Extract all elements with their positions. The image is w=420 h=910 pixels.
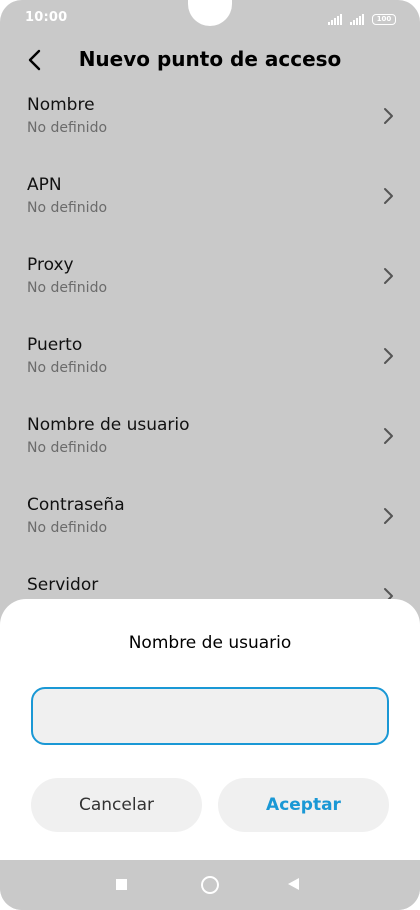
- username-dialog: Nombre de usuario Cancelar Aceptar: [0, 599, 420, 860]
- cancel-button[interactable]: Cancelar: [31, 778, 202, 832]
- list-item-value: No definido: [27, 520, 108, 536]
- navigation-bar: [0, 860, 420, 910]
- username-input[interactable]: [31, 687, 389, 745]
- list-item-title: Nombre: [27, 95, 95, 115]
- app-header: Nuevo punto de acceso: [0, 36, 420, 86]
- signal-icon: [328, 14, 342, 25]
- page-title: Nuevo punto de acceso: [78, 47, 342, 71]
- screen: 10:00 100 Nuevo punto de acceso Nombre N…: [0, 0, 420, 910]
- list-item-title: Nombre de usuario: [27, 415, 190, 435]
- back-triangle-icon[interactable]: [288, 878, 299, 890]
- chevron-right-icon: [384, 348, 393, 364]
- list-item-proxy[interactable]: Proxy No definido: [0, 246, 420, 326]
- settings-list: Nombre No definido APN No definido Proxy…: [0, 86, 420, 646]
- phone-frame: 10:00 100 Nuevo punto de acceso Nombre N…: [0, 0, 420, 910]
- chevron-right-icon: [384, 428, 393, 444]
- list-item-title: APN: [27, 175, 62, 195]
- chevron-right-icon: [384, 268, 393, 284]
- list-item-apn[interactable]: APN No definido: [0, 166, 420, 246]
- list-item-title: Proxy: [27, 255, 74, 275]
- accept-button[interactable]: Aceptar: [218, 778, 389, 832]
- list-item-value: No definido: [27, 200, 108, 216]
- list-item-value: No definido: [27, 440, 108, 456]
- list-item-value: No definido: [27, 120, 108, 136]
- chevron-right-icon: [384, 508, 393, 524]
- list-item-value: No definido: [27, 360, 108, 376]
- dialog-title: Nombre de usuario: [128, 633, 292, 653]
- home-icon[interactable]: [201, 876, 219, 894]
- status-bar: 10:00 100: [0, 0, 420, 36]
- chevron-right-icon: [384, 188, 393, 204]
- signal-icon: [350, 14, 364, 25]
- list-item-title: Servidor: [27, 575, 99, 595]
- chevron-right-icon: [384, 108, 393, 124]
- list-item-title: Contraseña: [27, 495, 125, 515]
- list-item-contrasena[interactable]: Contraseña No definido: [0, 486, 420, 566]
- list-item-value: No definido: [27, 280, 108, 296]
- list-item-nombre-de-usuario[interactable]: Nombre de usuario No definido: [0, 406, 420, 486]
- list-item-nombre[interactable]: Nombre No definido: [0, 86, 420, 166]
- list-item-title: Puerto: [27, 335, 83, 355]
- recent-apps-icon[interactable]: [116, 879, 127, 890]
- status-icons: 100: [328, 11, 396, 25]
- camera-notch: [188, 0, 232, 26]
- status-time: 10:00: [25, 10, 68, 25]
- list-item-puerto[interactable]: Puerto No definido: [0, 326, 420, 406]
- battery-icon: 100: [372, 14, 396, 25]
